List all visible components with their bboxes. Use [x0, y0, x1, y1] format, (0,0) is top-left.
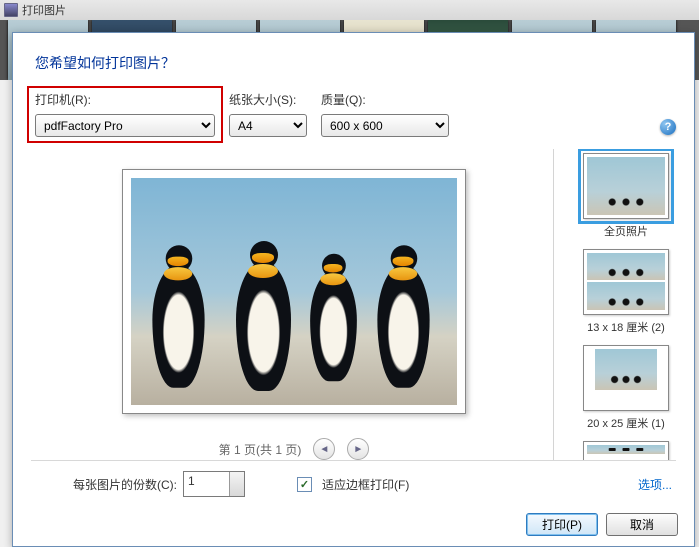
help-icon[interactable]: ?	[660, 119, 676, 135]
print-button[interactable]: 打印(P)	[526, 513, 598, 536]
main-area: 第 1 页(共 1 页) ◄ ► 全页照片 13 x 18 厘米 (2) 20 x …	[13, 143, 694, 460]
preview-column: 第 1 页(共 1 页) ◄ ►	[35, 149, 553, 460]
window-title: 打印图片	[22, 2, 66, 18]
quality-select[interactable]: 600 x 600	[321, 114, 449, 137]
dialog-header: 您希望如何打印图片？	[13, 33, 694, 81]
paper-group: 纸张大小(S): A4	[229, 91, 307, 137]
dialog-buttons: 打印(P) 取消	[13, 501, 694, 546]
copies-spinner[interactable]: 1	[183, 471, 245, 497]
options-row: 每张图片的份数(C): 1 ✓ 适应边框打印(F) 选项...	[13, 461, 694, 501]
paper-label: 纸张大小(S):	[229, 91, 307, 108]
preview-image	[131, 178, 457, 405]
printer-group: 打印机(R): pdfFactory Pro	[27, 86, 223, 143]
print-dialog: 您希望如何打印图片？ 打印机(R): pdfFactory Pro 纸张大小(S…	[12, 32, 695, 547]
prev-page-button[interactable]: ◄	[313, 438, 335, 460]
cancel-button[interactable]: 取消	[606, 513, 678, 536]
layout-option[interactable]: 20 x 25 厘米 (1)	[562, 345, 690, 431]
quality-group: 质量(Q): 600 x 600	[321, 91, 449, 137]
paper-select[interactable]: A4	[229, 114, 307, 137]
layout-thumb	[583, 153, 669, 219]
preview-page	[122, 169, 466, 414]
fit-frame-checkbox[interactable]: ✓	[297, 477, 312, 492]
printer-label: 打印机(R):	[35, 91, 215, 108]
printer-select[interactable]: pdfFactory Pro	[35, 114, 215, 137]
quality-label: 质量(Q):	[321, 91, 449, 108]
window-titlebar: 打印图片	[0, 0, 699, 21]
pager: 第 1 页(共 1 页) ◄ ►	[219, 438, 370, 460]
print-controls: 打印机(R): pdfFactory Pro 纸张大小(S): A4 质量(Q)…	[13, 81, 694, 143]
copies-label: 每张图片的份数(C):	[73, 476, 177, 493]
page-indicator: 第 1 页(共 1 页)	[219, 441, 302, 458]
options-link[interactable]: 选项...	[638, 476, 672, 493]
fit-frame-label: 适应边框打印(F)	[322, 476, 409, 493]
app-icon	[4, 3, 18, 17]
layout-label: 20 x 25 厘米 (1)	[562, 415, 690, 431]
layout-option[interactable]: 全页照片	[562, 153, 690, 239]
layouts-panel[interactable]: 全页照片 13 x 18 厘米 (2) 20 x 25 厘米 (1)	[553, 149, 694, 460]
next-page-button[interactable]: ►	[347, 438, 369, 460]
layout-label: 全页照片	[562, 223, 690, 239]
layout-thumb	[583, 345, 669, 411]
layout-label: 13 x 18 厘米 (2)	[562, 319, 690, 335]
layout-thumb	[583, 249, 669, 315]
layout-option[interactable]: 13 x 18 厘米 (2)	[562, 249, 690, 335]
